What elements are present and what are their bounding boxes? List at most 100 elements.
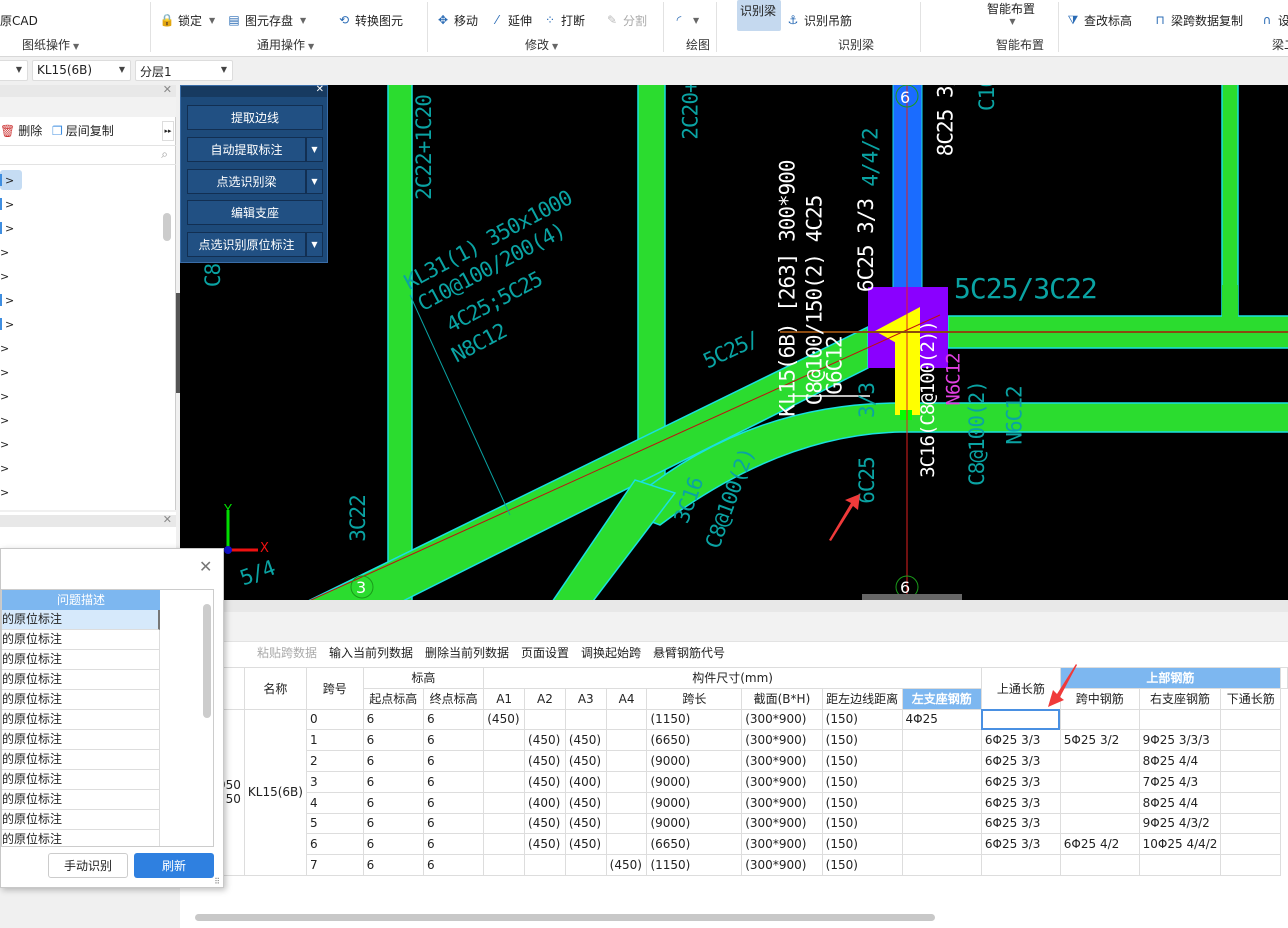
save-element-button[interactable]: ▤ 图元存盘 ▼: [227, 11, 306, 29]
table-row[interactable]: 3 6 6 (450) (400) (9000) (300*900) (150) 6Φ25 3/…: [191, 770, 1288, 793]
split-button[interactable]: ✎ 分割: [605, 11, 647, 29]
table-cell[interactable]: (450): [605, 854, 648, 876]
table-cell[interactable]: 5: [305, 812, 364, 835]
issue-row[interactable]: 的原位标注: [2, 730, 160, 750]
table-cell[interactable]: [605, 833, 648, 856]
table-cell[interactable]: [901, 770, 982, 793]
table-cell[interactable]: [483, 833, 526, 856]
table-cell[interactable]: [605, 791, 648, 814]
table-cell[interactable]: [1220, 812, 1281, 835]
table-cell[interactable]: [483, 729, 526, 752]
table-cell[interactable]: [524, 854, 566, 876]
table-cell[interactable]: [901, 750, 982, 772]
table-cell[interactable]: (450): [524, 833, 566, 856]
expand-more-button[interactable]: ▸▸: [162, 121, 174, 141]
table-cell[interactable]: (1150): [646, 854, 743, 876]
table-cell[interactable]: (6650): [646, 729, 743, 752]
table-cell[interactable]: (6650): [646, 833, 743, 856]
close-icon[interactable]: ✕: [163, 513, 172, 526]
table-cell[interactable]: 6: [422, 791, 485, 814]
resize-grip-icon[interactable]: ⠿: [214, 877, 220, 886]
tree-scrollbar[interactable]: [163, 213, 171, 241]
tree-item[interactable]: >: [0, 362, 22, 382]
table-cell[interactable]: 6: [362, 750, 424, 772]
table-cell[interactable]: [483, 812, 526, 835]
original-cad-button[interactable]: 原CAD: [0, 11, 38, 29]
table-cell[interactable]: (450): [524, 729, 566, 752]
issue-row[interactable]: 的原位标注: [2, 650, 160, 670]
table-cell[interactable]: (400): [524, 791, 566, 814]
copy-span-data-button[interactable]: ⊓ 梁跨数据复制: [1153, 11, 1243, 29]
table-cell[interactable]: (9000): [646, 791, 743, 814]
table-cell[interactable]: 6: [362, 708, 424, 731]
table-cell[interactable]: (450): [524, 750, 566, 772]
table-cell[interactable]: [483, 854, 526, 876]
refresh-button[interactable]: 刷新: [134, 853, 214, 878]
settings-button[interactable]: ∩ 设: [1260, 11, 1288, 29]
table-cell[interactable]: 5Φ25 3/2: [1059, 729, 1140, 752]
table-cell[interactable]: 6: [422, 854, 485, 876]
table-cell[interactable]: 8Φ25 4/4: [1138, 791, 1222, 814]
table-cell[interactable]: 6Φ25 4/2: [1059, 833, 1140, 856]
table-cell[interactable]: 7Φ25 4/3: [1138, 770, 1222, 793]
break-button[interactable]: ⁘ 打断: [543, 11, 585, 29]
layer-select[interactable]: 分层1 ▼: [135, 60, 233, 81]
issue-row[interactable]: 的原位标注: [2, 790, 160, 810]
table-cell[interactable]: (450): [564, 833, 607, 856]
issue-row[interactable]: 的原位标注: [2, 690, 160, 710]
table-cell[interactable]: (9000): [646, 770, 743, 793]
tree-item[interactable]: >: [0, 482, 22, 502]
table-cell[interactable]: [605, 812, 648, 835]
table-cell[interactable]: [901, 833, 982, 856]
table-cell[interactable]: [1138, 708, 1222, 731]
table-cell[interactable]: 6: [422, 750, 485, 772]
table-cell[interactable]: (1150): [646, 708, 743, 731]
table-cell[interactable]: [1059, 708, 1140, 731]
table-cell[interactable]: (300*900): [741, 854, 823, 876]
smart-layout-button[interactable]: 智能布置 ▼: [987, 0, 1035, 26]
issue-row[interactable]: 的原位标注: [2, 710, 160, 730]
table-cell[interactable]: (300*900): [741, 833, 823, 856]
table-cell[interactable]: (9000): [646, 750, 743, 772]
edit-support-button[interactable]: 编辑支座: [187, 200, 323, 225]
horizontal-scrollbar[interactable]: [195, 914, 935, 921]
group-modify[interactable]: 修改 ▼: [525, 36, 558, 53]
lock-button[interactable]: 🔒 锁定 ▼: [160, 11, 216, 29]
type-select[interactable]: ▼: [0, 60, 28, 81]
table-cell[interactable]: 6: [362, 833, 424, 856]
tree-item[interactable]: >: [0, 410, 22, 430]
table-cell[interactable]: (150): [821, 854, 903, 876]
arc-draw-button[interactable]: ◜ ▼: [672, 11, 699, 29]
panel-splitter[interactable]: [180, 600, 1288, 612]
table-cell[interactable]: (300*900): [741, 729, 823, 752]
manual-identify-button[interactable]: 手动识别: [48, 853, 128, 878]
table-cell[interactable]: [901, 812, 982, 835]
table-cell[interactable]: [564, 854, 607, 876]
table-cell[interactable]: [1220, 833, 1281, 856]
table-cell[interactable]: (150): [821, 708, 903, 731]
group-common-ops[interactable]: 通用操作 ▼: [257, 36, 314, 53]
table-cell[interactable]: [980, 854, 1061, 876]
table-cell[interactable]: (450): [483, 708, 526, 731]
caret-down-icon[interactable]: ▼: [306, 137, 323, 162]
table-cell[interactable]: [483, 791, 526, 814]
tree-item[interactable]: >: [0, 338, 22, 358]
grid-toolbar-item[interactable]: 页面设置: [521, 644, 569, 661]
close-icon[interactable]: ✕: [316, 84, 324, 95]
check-elevation-button[interactable]: ⧩ 查改标高: [1066, 11, 1132, 29]
table-cell[interactable]: [605, 729, 648, 752]
pick-identify-in-situ-button[interactable]: 点选识别原位标注: [187, 232, 306, 257]
table-cell[interactable]: [1220, 854, 1281, 876]
table-cell[interactable]: 6Φ25 3/3: [980, 812, 1061, 835]
grid-toolbar-item[interactable]: 删除当前列数据: [425, 644, 509, 661]
table-cell[interactable]: 9Φ25 4/3/2: [1138, 812, 1222, 835]
issue-row[interactable]: 的原位标注: [2, 670, 160, 690]
table-cell[interactable]: 10Φ25 4/4/2: [1138, 833, 1222, 856]
table-row[interactable]: 2 6 6 (450) (450) (9000) (300*900) (150) 6Φ25 3/…: [191, 750, 1288, 772]
table-cell[interactable]: 6Φ25 3/3: [980, 750, 1061, 772]
close-icon[interactable]: ✕: [163, 83, 172, 96]
table-cell[interactable]: 6: [362, 770, 424, 793]
table-cell[interactable]: [1220, 791, 1281, 814]
issue-row[interactable]: 的原位标注: [2, 630, 160, 650]
table-cell[interactable]: [901, 729, 982, 752]
